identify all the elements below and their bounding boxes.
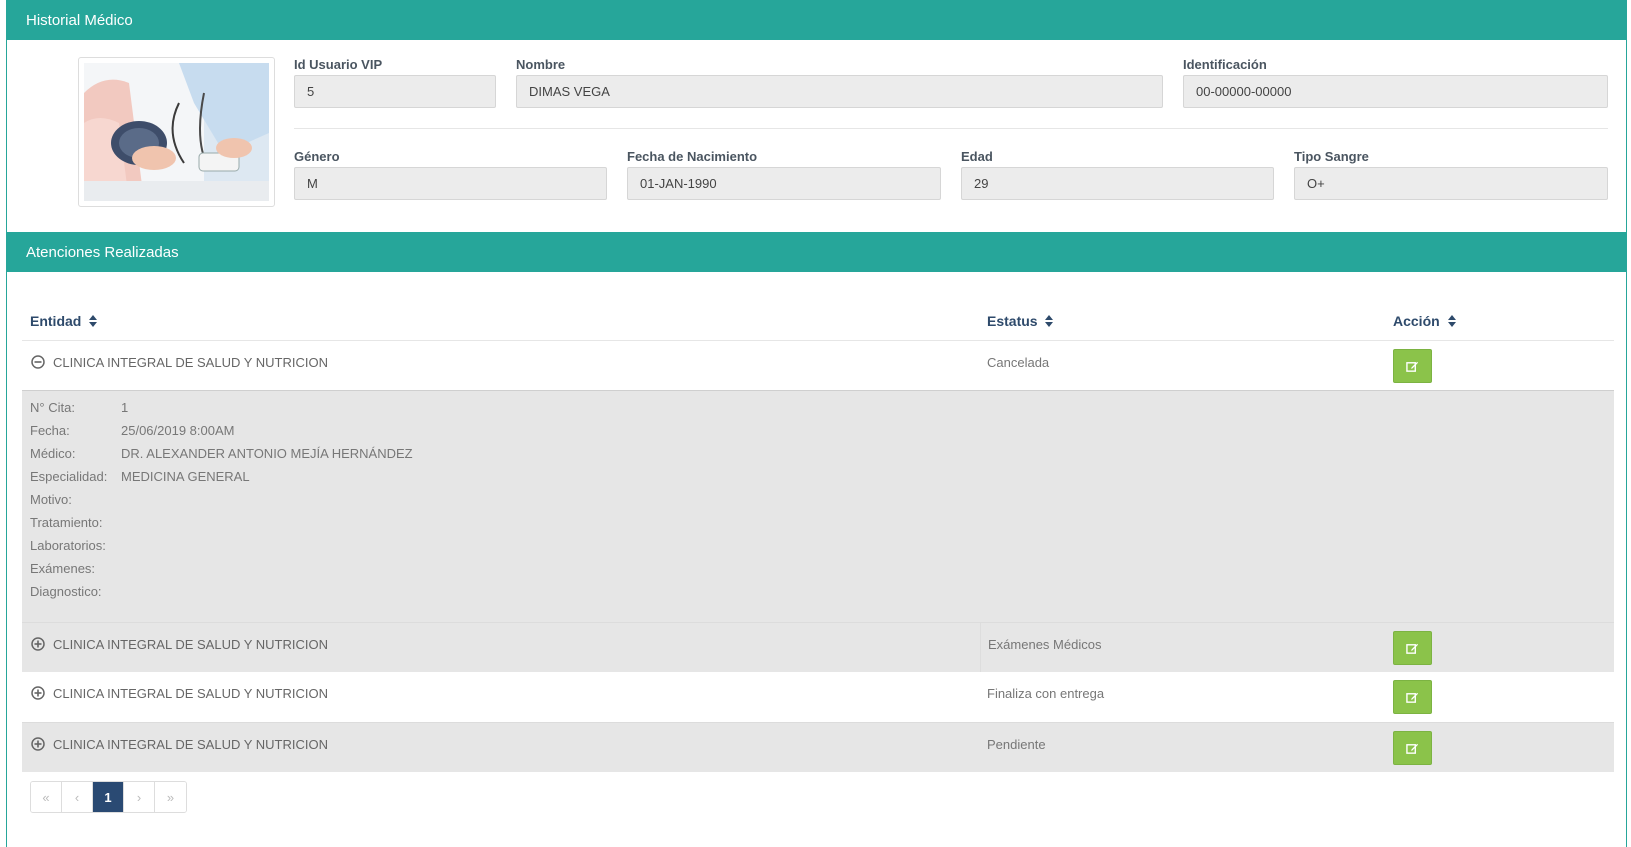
detail-label: Especialidad: bbox=[30, 469, 108, 484]
fecha-nacimiento-field[interactable]: 01-JAN-1990 bbox=[627, 167, 941, 200]
id-usuario-vip-label: Id Usuario VIP bbox=[294, 57, 383, 72]
detail-value: MEDICINA GENERAL bbox=[121, 469, 250, 484]
panel-title: Historial Médico bbox=[26, 12, 133, 29]
nombre-label: Nombre bbox=[516, 57, 566, 72]
detail-label: N° Cita: bbox=[30, 400, 75, 415]
detail-value: 25/06/2019 8:00AM bbox=[121, 423, 235, 438]
identificacion-label: Identificación bbox=[1183, 57, 1267, 72]
edit-icon bbox=[1406, 743, 1419, 754]
table-row: CLINICA INTEGRAL DE SALUD Y NUTRICION Ca… bbox=[22, 341, 1614, 391]
pagination: « ‹ 1 › » bbox=[30, 781, 187, 813]
pagination-next[interactable]: › bbox=[124, 782, 155, 812]
plus-circle-icon[interactable] bbox=[31, 637, 45, 651]
column-header-accion[interactable]: Acción bbox=[1393, 313, 1456, 329]
minus-circle-icon[interactable] bbox=[31, 355, 45, 369]
entity-cell[interactable]: CLINICA INTEGRAL DE SALUD Y NUTRICION bbox=[31, 355, 328, 370]
column-header-estatus[interactable]: Estatus bbox=[987, 313, 1054, 329]
sort-icon bbox=[89, 315, 98, 327]
fecha-nacimiento-label: Fecha de Nacimiento bbox=[627, 149, 758, 164]
table-row: CLINICA INTEGRAL DE SALUD Y NUTRICION Pe… bbox=[22, 722, 1614, 772]
edit-icon bbox=[1406, 643, 1419, 654]
nombre-field[interactable]: DIMAS VEGA bbox=[516, 75, 1163, 108]
status-cell: Pendiente bbox=[987, 737, 1046, 752]
entity-cell[interactable]: CLINICA INTEGRAL DE SALUD Y NUTRICION bbox=[31, 637, 328, 652]
pagination-page-1[interactable]: 1 bbox=[93, 782, 124, 812]
detail-label: Motivo: bbox=[30, 492, 72, 507]
field-divider bbox=[294, 128, 1608, 129]
detail-value: DR. ALEXANDER ANTONIO MEJÍA HERNÁNDEZ bbox=[121, 446, 413, 461]
status-cell: Cancelada bbox=[987, 355, 1050, 370]
edit-icon bbox=[1406, 361, 1419, 372]
doctor-blood-pressure-photo bbox=[84, 63, 269, 201]
detail-label: Laboratorios: bbox=[30, 538, 106, 553]
detail-label: Diagnostico: bbox=[30, 584, 102, 599]
edad-field[interactable]: 29 bbox=[961, 167, 1274, 200]
plus-circle-icon[interactable] bbox=[31, 686, 45, 700]
detail-label: Tratamiento: bbox=[30, 515, 103, 530]
status-cell: Finaliza con entrega bbox=[987, 686, 1105, 701]
detail-label: Médico: bbox=[30, 446, 76, 461]
panel-header-historial: Historial Médico bbox=[6, 0, 1627, 40]
entity-cell[interactable]: CLINICA INTEGRAL DE SALUD Y NUTRICION bbox=[31, 737, 328, 752]
detail-value: 1 bbox=[121, 400, 129, 415]
detail-label: Fecha: bbox=[30, 423, 70, 438]
pagination-first[interactable]: « bbox=[31, 782, 62, 812]
edit-button[interactable] bbox=[1393, 731, 1432, 765]
sort-icon bbox=[1045, 315, 1054, 327]
table-header: Entidad Estatus Acción bbox=[22, 310, 1614, 341]
tipo-sangre-field[interactable]: O+ bbox=[1294, 167, 1608, 200]
edit-icon bbox=[1406, 692, 1419, 703]
genero-label: Género bbox=[294, 149, 340, 164]
edit-button[interactable] bbox=[1393, 631, 1432, 665]
id-usuario-vip-field[interactable]: 5 bbox=[294, 75, 496, 108]
table-row: CLINICA INTEGRAL DE SALUD Y NUTRICION Ex… bbox=[22, 622, 1614, 672]
genero-field[interactable]: M bbox=[294, 167, 607, 200]
tipo-sangre-label: Tipo Sangre bbox=[1294, 149, 1369, 164]
panel-title: Atenciones Realizadas bbox=[26, 244, 179, 261]
row-detail: N° Cita: 1 Fecha: 25/06/2019 8:00AM Médi… bbox=[22, 390, 1614, 623]
edit-button[interactable] bbox=[1393, 349, 1432, 383]
identificacion-field[interactable]: 00-00000-00000 bbox=[1183, 75, 1608, 108]
sort-icon bbox=[1447, 315, 1456, 327]
pagination-prev[interactable]: ‹ bbox=[62, 782, 93, 812]
table-row: CLINICA INTEGRAL DE SALUD Y NUTRICION Fi… bbox=[22, 672, 1614, 722]
panel-header-atenciones: Atenciones Realizadas bbox=[6, 232, 1627, 272]
column-header-entidad[interactable]: Entidad bbox=[30, 313, 98, 329]
edit-button[interactable] bbox=[1393, 680, 1432, 714]
status-cell: Exámenes Médicos bbox=[980, 623, 1101, 672]
entity-cell[interactable]: CLINICA INTEGRAL DE SALUD Y NUTRICION bbox=[31, 686, 328, 701]
edad-label: Edad bbox=[961, 149, 993, 164]
detail-label: Exámenes: bbox=[30, 561, 96, 576]
plus-circle-icon[interactable] bbox=[31, 737, 45, 751]
pagination-last[interactable]: » bbox=[155, 782, 186, 812]
patient-photo bbox=[78, 57, 275, 207]
